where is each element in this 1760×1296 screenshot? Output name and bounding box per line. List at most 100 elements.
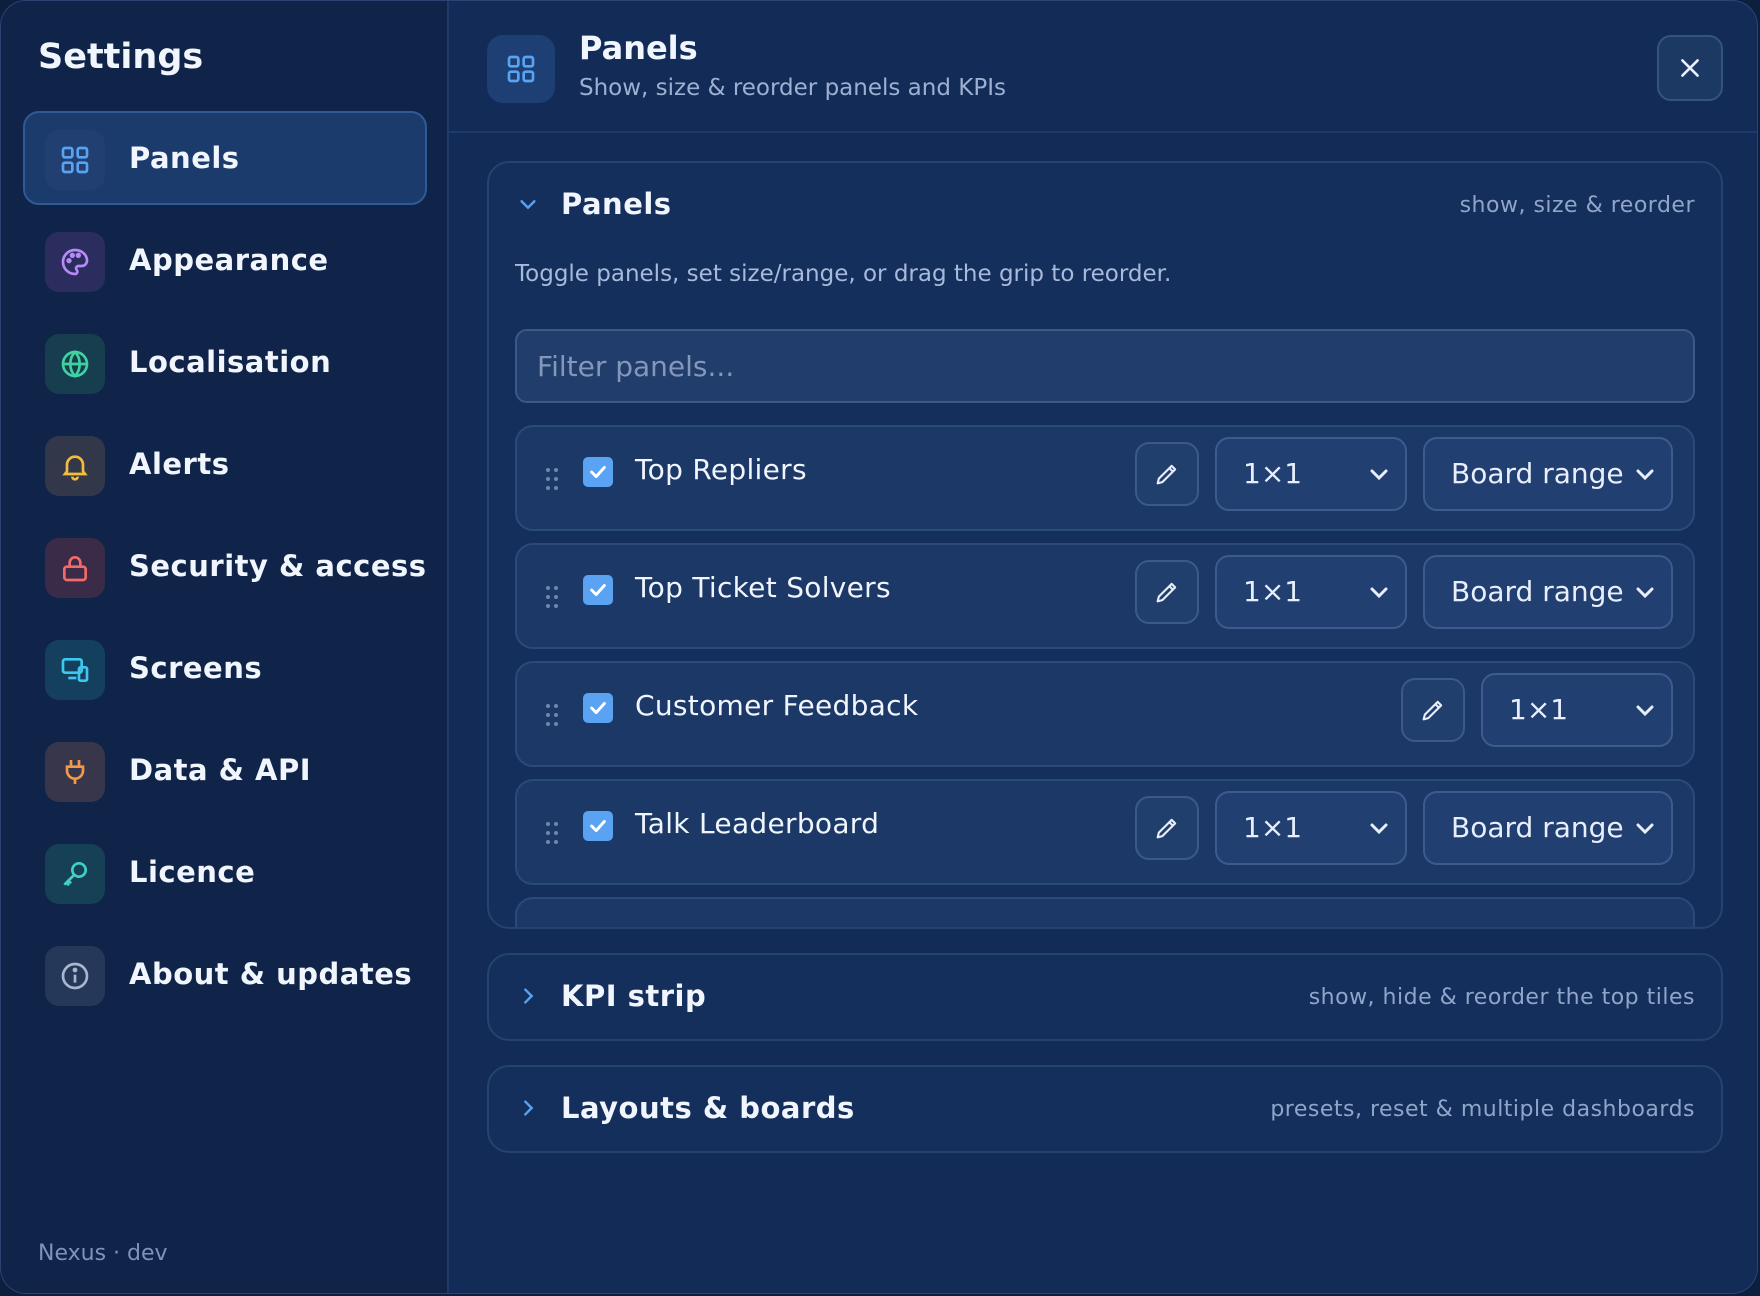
- page-header: Panels Show, size & reorder panels and K…: [449, 1, 1757, 133]
- size-select-value: 1×1: [1509, 693, 1569, 726]
- section-title: Layouts & boards: [561, 1091, 855, 1125]
- section-hint: show, size & reorder: [1459, 193, 1695, 218]
- sidebar-item-security[interactable]: Security & access: [23, 519, 427, 613]
- size-select[interactable]: 1×1: [1481, 673, 1673, 747]
- size-select-value: 1×1: [1243, 575, 1303, 608]
- size-select-value: 1×1: [1243, 457, 1303, 490]
- chevron-down-icon: [1636, 705, 1654, 717]
- size-select-value: 1×1: [1243, 811, 1303, 844]
- section-hint: presets, reset & multiple dashboards: [1270, 1097, 1695, 1122]
- checkmark-icon: [590, 465, 606, 479]
- key-icon: [45, 844, 105, 904]
- row-controls: 1×1 Board range: [1135, 791, 1673, 865]
- list-item-partial: [515, 897, 1695, 927]
- sidebar-item-screens[interactable]: Screens: [23, 621, 427, 715]
- sidebar-item-about[interactable]: About & updates: [23, 927, 427, 1021]
- edit-button[interactable]: [1135, 442, 1199, 506]
- section-title: KPI strip: [561, 979, 707, 1013]
- pencil-icon: [1422, 700, 1443, 721]
- page-title: Panels: [579, 29, 698, 67]
- panels-section: Panels show, size & reorder Toggle panel…: [487, 161, 1723, 929]
- range-select-value: Board range: [1451, 575, 1624, 608]
- size-select[interactable]: 1×1: [1215, 437, 1407, 511]
- checkmark-icon: [590, 819, 606, 833]
- panel-checkbox[interactable]: [583, 575, 613, 605]
- range-select[interactable]: Board range: [1423, 437, 1673, 511]
- panel-checkbox[interactable]: [583, 811, 613, 841]
- globe-icon: [45, 334, 105, 394]
- sidebar-item-label: Alerts: [129, 447, 230, 481]
- chevron-down-icon: [1636, 823, 1654, 835]
- sidebar-item-alerts[interactable]: Alerts: [23, 417, 427, 511]
- panel-name: Talk Leaderboard: [635, 807, 880, 840]
- sidebar-item-data-api[interactable]: Data & API: [23, 723, 427, 817]
- layouts-boards-section[interactable]: Layouts & boards presets, reset & multip…: [487, 1065, 1723, 1153]
- palette-icon: [45, 232, 105, 292]
- sidebar-item-appearance[interactable]: Appearance: [23, 213, 427, 307]
- version-footer: Nexus · dev: [38, 1241, 168, 1266]
- chevron-down-icon[interactable]: [517, 193, 539, 215]
- pencil-icon: [1156, 582, 1177, 603]
- chevron-down-icon: [1370, 823, 1388, 835]
- list-item: Customer Feedback 1×1: [515, 661, 1695, 767]
- drag-grip-icon[interactable]: [545, 821, 559, 845]
- drag-grip-icon[interactable]: [545, 467, 559, 491]
- list-item: Top Ticket Solvers 1×1 Board range: [515, 543, 1695, 649]
- row-controls: 1×1 Board range: [1135, 437, 1673, 511]
- drag-grip-icon[interactable]: [545, 703, 559, 727]
- sidebar-item-panels[interactable]: Panels: [23, 111, 427, 205]
- range-select-value: Board range: [1451, 457, 1624, 490]
- bell-icon: [45, 436, 105, 496]
- drag-grip-icon[interactable]: [545, 585, 559, 609]
- size-select[interactable]: 1×1: [1215, 555, 1407, 629]
- checkmark-icon: [590, 701, 606, 715]
- panel-checkbox[interactable]: [583, 693, 613, 723]
- panel-name: Customer Feedback: [635, 689, 919, 722]
- section-hint: show, hide & reorder the top tiles: [1308, 985, 1695, 1010]
- panel-list: Top Repliers 1×1 Board range Top Ticket …: [515, 425, 1695, 927]
- sidebar-item-label: About & updates: [129, 957, 413, 991]
- sidebar: Settings Panels Appearance Localisation: [1, 1, 449, 1293]
- panel-checkbox[interactable]: [583, 457, 613, 487]
- range-select[interactable]: Board range: [1423, 555, 1673, 629]
- sidebar-item-licence[interactable]: Licence: [23, 825, 427, 919]
- chevron-right-icon: [524, 988, 534, 1004]
- range-select[interactable]: Board range: [1423, 791, 1673, 865]
- info-icon: [45, 946, 105, 1006]
- sidebar-item-localisation[interactable]: Localisation: [23, 315, 427, 409]
- sidebar-item-label: Licence: [129, 855, 256, 889]
- kpi-strip-section[interactable]: KPI strip show, hide & reorder the top t…: [487, 953, 1723, 1041]
- grid-icon: [487, 35, 555, 103]
- sidebar-item-label: Panels: [129, 141, 240, 175]
- chevron-down-icon: [1636, 469, 1654, 481]
- sidebar-item-label: Screens: [129, 651, 263, 685]
- edit-button[interactable]: [1135, 796, 1199, 860]
- chevron-down-icon: [1370, 469, 1388, 481]
- sidebar-item-label: Localisation: [129, 345, 332, 379]
- sidebar-item-label: Data & API: [129, 753, 312, 787]
- close-button[interactable]: [1657, 35, 1723, 101]
- section-description: Toggle panels, set size/range, or drag t…: [515, 261, 1172, 287]
- sidebar-title: Settings: [38, 37, 204, 77]
- pencil-icon: [1156, 818, 1177, 839]
- grid-icon: [45, 130, 105, 190]
- plug-icon: [45, 742, 105, 802]
- main-content: Panels Show, size & reorder panels and K…: [449, 1, 1757, 1293]
- panel-name: Top Repliers: [635, 453, 807, 486]
- filter-panels-input[interactable]: [515, 329, 1695, 403]
- chevron-down-icon: [1370, 587, 1388, 599]
- row-controls: 1×1: [1401, 673, 1673, 747]
- settings-window: Settings Panels Appearance Localisation: [0, 0, 1758, 1294]
- edit-button[interactable]: [1135, 560, 1199, 624]
- range-select-value: Board range: [1451, 811, 1624, 844]
- size-select[interactable]: 1×1: [1215, 791, 1407, 865]
- sidebar-item-label: Security & access: [129, 549, 427, 583]
- devices-icon: [45, 640, 105, 700]
- sidebar-nav: Panels Appearance Localisation Alerts Se…: [23, 111, 427, 1029]
- lock-icon: [45, 538, 105, 598]
- edit-button[interactable]: [1401, 678, 1465, 742]
- panel-name: Top Ticket Solvers: [635, 571, 891, 604]
- list-item: Top Repliers 1×1 Board range: [515, 425, 1695, 531]
- section-title[interactable]: Panels: [561, 187, 672, 221]
- chevron-down-icon: [1636, 587, 1654, 599]
